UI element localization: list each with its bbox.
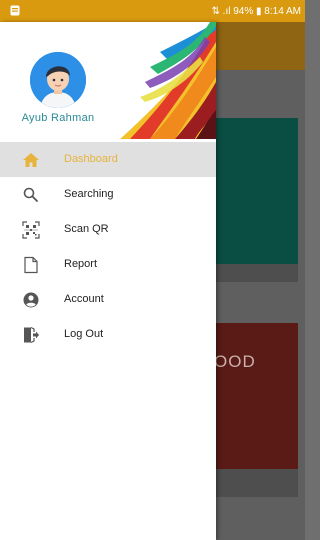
menu-item-label: Scan QR [64, 223, 109, 235]
menu-item-label: Searching [64, 188, 114, 200]
account-icon [22, 291, 40, 309]
drawer-header: Ayub Rahman [0, 22, 216, 139]
menu-item-dashboard[interactable]: Dashboard [0, 142, 216, 177]
document-icon [22, 256, 40, 274]
menu-item-scan-qr[interactable]: Scan QR [0, 212, 216, 247]
menu-item-label: Account [64, 293, 104, 305]
menu-item-searching[interactable]: Searching [0, 177, 216, 212]
status-indicators: ⇅ .ıl 94% ▮ 8:14 AM [211, 6, 301, 17]
user-name: Ayub Rahman [21, 112, 95, 124]
search-icon [22, 186, 40, 204]
navigation-drawer: Ayub Rahman Dashboard Searching Scan QR … [0, 22, 216, 540]
menu-item-label: Report [64, 258, 98, 270]
drawer-menu: Dashboard Searching Scan QR Report Accou… [0, 142, 216, 352]
menu-item-account[interactable]: Account [0, 282, 216, 317]
notification-icon [10, 5, 20, 16]
home-icon [22, 151, 40, 169]
user-avatar-image [30, 52, 86, 108]
menu-item-report[interactable]: Report [0, 247, 216, 282]
logout-icon [22, 326, 40, 344]
menu-item-log-out[interactable]: Log Out [0, 317, 216, 352]
avatar[interactable] [30, 52, 86, 108]
menu-item-label: Log Out [64, 328, 104, 340]
qr-scan-icon [22, 221, 40, 239]
menu-item-label: Dashboard [64, 153, 118, 165]
status-bar: ⇅ .ıl 94% ▮ 8:14 AM [0, 0, 305, 22]
background-card-text: OOD [214, 352, 256, 371]
